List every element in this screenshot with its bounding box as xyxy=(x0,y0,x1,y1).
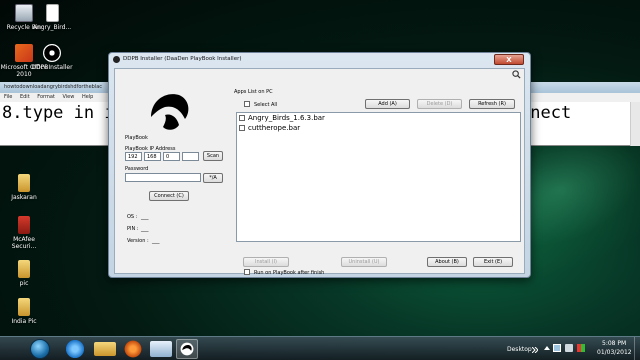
app-checkbox[interactable] xyxy=(239,125,245,131)
menu-view[interactable]: View xyxy=(62,94,74,100)
clock-date[interactable]: 01/03/2012 xyxy=(597,349,632,356)
file-icon xyxy=(45,4,59,22)
app-checkbox[interactable] xyxy=(239,115,245,121)
menu-file[interactable]: File xyxy=(4,94,12,100)
list-item[interactable]: cuttherope.bar xyxy=(239,124,300,132)
version-value: ___ xyxy=(152,238,160,244)
app-name: cuttherope.bar xyxy=(248,124,301,132)
run-after-finish-label: Run on PlayBook after finish xyxy=(254,270,325,276)
menu-format[interactable]: Format xyxy=(37,94,55,100)
refresh-button[interactable]: Refresh (R) xyxy=(469,99,515,109)
ddpb-logo-icon xyxy=(43,44,61,62)
taskbar-explorer[interactable] xyxy=(94,342,116,356)
desktop-icon-jaskaran[interactable]: Jaskaran xyxy=(0,174,48,201)
run-after-finish-checkbox[interactable] xyxy=(244,269,250,275)
playbook-label: PlayBook xyxy=(125,135,148,141)
taskbar-media-player[interactable] xyxy=(122,339,144,359)
volume-icon[interactable] xyxy=(565,344,573,352)
playbook-logo-icon xyxy=(151,94,189,130)
menu-edit[interactable]: Edit xyxy=(20,94,30,100)
taskbar-notepad[interactable] xyxy=(150,341,172,357)
apps-group-label: Apps List on PC xyxy=(234,89,273,95)
notepad-scrollbar[interactable] xyxy=(630,102,640,146)
version-label: Version : xyxy=(127,238,149,244)
list-item[interactable]: Angry_Birds_1.6.3.bar xyxy=(239,114,325,122)
flag-icon[interactable] xyxy=(577,344,585,352)
pin-value: ___ xyxy=(141,226,149,232)
desktop-toolbar-label[interactable]: Desktop xyxy=(507,346,532,353)
tray-up-arrow-icon[interactable] xyxy=(544,346,550,350)
desktop-icon-mcafee[interactable]: McAfee Securi... xyxy=(0,216,48,250)
scan-button[interactable]: Scan xyxy=(203,151,223,161)
app-name: Angry_Birds_1.6.3.bar xyxy=(248,114,325,122)
folder-icon xyxy=(18,174,30,192)
install-button[interactable]: Install (I) xyxy=(243,257,289,267)
network-icon[interactable] xyxy=(553,344,561,352)
desktop-icon-label: pic xyxy=(19,280,29,287)
ip-octet-2-field[interactable]: 168 xyxy=(144,152,161,161)
select-all-label: Select All xyxy=(254,102,278,108)
select-all-checkbox[interactable] xyxy=(244,101,250,107)
taskbar-ie[interactable] xyxy=(64,339,86,359)
menu-help[interactable]: Help xyxy=(82,94,93,100)
delete-button[interactable]: Delete (D) xyxy=(417,99,462,109)
mcafee-icon xyxy=(18,216,30,234)
add-button[interactable]: Add (A) xyxy=(365,99,410,109)
folder-icon xyxy=(18,298,30,316)
notepad-text-left[interactable]: 8.type in i xyxy=(2,103,115,123)
password-label: Password xyxy=(125,166,149,172)
folder-icon xyxy=(18,260,30,278)
magnifier-icon[interactable] xyxy=(512,70,521,79)
ddpb-installer-dialog: DDPB Installer (DaaDen PlayBook Installe… xyxy=(108,52,531,278)
apps-list[interactable]: Angry_Birds_1.6.3.bar cuttherope.bar xyxy=(236,112,521,242)
exit-button[interactable]: Exit (E) xyxy=(473,257,513,267)
close-button[interactable]: X xyxy=(494,54,524,65)
about-button[interactable]: About (B) xyxy=(427,257,467,267)
desktop-icon-india-pic[interactable]: India Pic xyxy=(0,298,48,325)
taskbar: Desktop 5:08 PM 01/03/2012 xyxy=(0,336,640,360)
os-label: OS : xyxy=(127,214,138,220)
ddpb-logo-icon xyxy=(180,342,194,356)
desktop-icon-ddpbinstaller[interactable]: DDPBInstaller xyxy=(28,44,76,71)
desktop-icon-label: India Pic xyxy=(11,318,37,325)
desktop-icon-label: Angry_Bird... xyxy=(32,24,72,31)
os-value: ___ xyxy=(141,214,149,220)
clock-time[interactable]: 5:08 PM xyxy=(602,340,626,347)
start-button[interactable] xyxy=(30,339,50,359)
dialog-title: DDPB Installer (DaaDen PlayBook Installe… xyxy=(123,56,242,62)
dialog-body: PlayBook PlayBook IP Address 192 168 0 S… xyxy=(114,68,525,276)
desktop-icon-pic[interactable]: pic xyxy=(0,260,48,287)
chevron-double-icon[interactable] xyxy=(532,347,538,353)
uninstall-button[interactable]: Uninstall (U) xyxy=(341,257,387,267)
password-visibility-button[interactable]: */A xyxy=(203,173,223,183)
ip-octet-1-field[interactable]: 192 xyxy=(125,152,142,161)
password-field[interactable] xyxy=(125,173,201,182)
show-desktop-button[interactable] xyxy=(634,337,640,360)
desktop-icon-label: Jaskaran xyxy=(11,194,37,201)
desktop-icon-angry-birds[interactable]: Angry_Bird... xyxy=(28,4,76,31)
desktop-icon-label: DDPBInstaller xyxy=(31,64,73,71)
taskbar-ddpb-installer[interactable] xyxy=(176,339,198,359)
pin-label: PIN : xyxy=(127,226,139,232)
ip-octet-4-field[interactable] xyxy=(182,152,199,161)
app-icon xyxy=(113,56,120,63)
ip-octet-3-field[interactable]: 0 xyxy=(163,152,180,161)
connect-button[interactable]: Connect (C) xyxy=(149,191,189,201)
desktop-icon-label: McAfee Securi... xyxy=(11,236,37,250)
